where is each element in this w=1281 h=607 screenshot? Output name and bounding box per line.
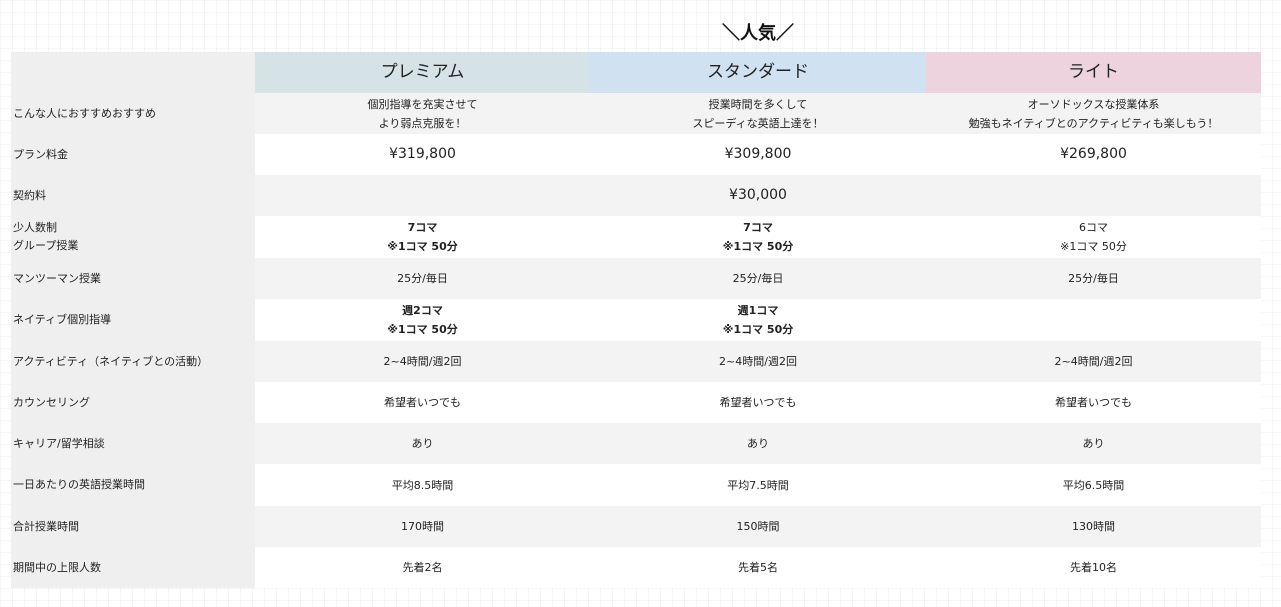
cell-premium: 25分/毎日 [255, 258, 590, 299]
table-row-group: 少人数制 グループ授業 7コマ ※1コマ 50分 7コマ ※1コマ 50分 6コ… [11, 216, 1261, 258]
cell-premium: あり [255, 423, 590, 464]
table-row-native: ネイティブ個別指導 週2コマ ※1コマ 50分 週1コマ ※1コマ 50分 [11, 299, 1261, 341]
cell-standard: 希望者いつでも [590, 382, 926, 423]
table-row-contract: 契約料 ¥30,000 [11, 175, 1261, 216]
cell-lite: 130時間 [926, 506, 1261, 547]
cell-premium: 170時間 [255, 506, 590, 547]
table-row-counseling: カウンセリング 希望者いつでも 希望者いつでも 希望者いつでも [11, 382, 1261, 423]
cell-lite: あり [926, 423, 1261, 464]
cell-standard: 授業時間を多くして スピーディな英語上達を！ [590, 93, 926, 134]
cell-lite: 先着10名 [926, 547, 1261, 588]
cell-premium: ¥319,800 [255, 134, 590, 175]
cell-premium: 先着2名 [255, 547, 590, 588]
cell-lite: 25分/毎日 [926, 258, 1261, 299]
cell-premium: 個別指導を充実させて より弱点克服を！ [255, 93, 590, 134]
row-label: こんな人におすすめおすすめ [11, 93, 255, 134]
popular-badge: ＼人気／ [722, 23, 794, 44]
cell-lite: 希望者いつでも [926, 382, 1261, 423]
cell-standard: あり [590, 423, 926, 464]
table-row-price: プラン料金 ¥319,800 ¥309,800 ¥269,800 [11, 134, 1261, 175]
cell-standard: ¥309,800 [590, 134, 926, 175]
cell-standard: 25分/毎日 [590, 258, 926, 299]
cell-lite: 平均6.5時間 [926, 464, 1261, 506]
cell-premium: 2~4時間/週2回 [255, 341, 590, 382]
table-row-career: キャリア/留学相談 あり あり あり [11, 423, 1261, 464]
cell-lite: 6コマ ※1コマ 50分 [926, 216, 1261, 258]
cell-standard: 先着5名 [590, 547, 926, 588]
header-lite: ライト [926, 52, 1261, 93]
table-header-row: プレミアム スタンダード ライト [11, 52, 1261, 93]
table-row-recommend: こんな人におすすめおすすめ 個別指導を充実させて より弱点克服を！ 授業時間を多… [11, 93, 1261, 134]
cell-standard: 150時間 [590, 506, 926, 547]
row-label: プラン料金 [11, 134, 255, 175]
cell-lite [926, 299, 1261, 341]
cell-lite: ¥269,800 [926, 134, 1261, 175]
row-label: 契約料 [11, 175, 255, 216]
row-label: 少人数制 グループ授業 [11, 216, 255, 258]
header-standard: スタンダード [590, 52, 926, 93]
cell-standard: 7コマ ※1コマ 50分 [590, 216, 926, 258]
table-row-activity: アクティビティ（ネイティブとの活動） 2~4時間/週2回 2~4時間/週2回 2… [11, 341, 1261, 382]
cell-premium: 平均8.5時間 [255, 464, 590, 506]
row-label: 合計授業時間 [11, 506, 255, 547]
cell-standard: 週1コマ ※1コマ 50分 [590, 299, 926, 341]
cell-all-plans: ¥30,000 [255, 175, 1261, 216]
cell-standard: 平均7.5時間 [590, 464, 926, 506]
cell-lite: 2~4時間/週2回 [926, 341, 1261, 382]
header-premium: プレミアム [255, 52, 590, 93]
row-label: カウンセリング [11, 382, 255, 423]
plan-comparison-table: プレミアム スタンダード ライト こんな人におすすめおすすめ 個別指導を充実させ… [11, 52, 1261, 588]
row-label: キャリア/留学相談 [11, 423, 255, 464]
cell-premium: 週2コマ ※1コマ 50分 [255, 299, 590, 341]
table-row-total-hours: 合計授業時間 170時間 150時間 130時間 [11, 506, 1261, 547]
table-row-daily-hours: 一日あたりの英語授業時間 平均8.5時間 平均7.5時間 平均6.5時間 [11, 464, 1261, 506]
row-label: ネイティブ個別指導 [11, 299, 255, 341]
cell-lite: オーソドックスな授業体系 勉強もネイティブとのアクティビティも楽しもう！ [926, 93, 1261, 134]
cell-standard: 2~4時間/週2回 [590, 341, 926, 382]
header-corner [11, 52, 255, 93]
row-label: 一日あたりの英語授業時間 [11, 464, 255, 506]
table-row-capacity: 期間中の上限人数 先着2名 先着5名 先着10名 [11, 547, 1261, 588]
row-label: 期間中の上限人数 [11, 547, 255, 588]
cell-premium: 希望者いつでも [255, 382, 590, 423]
table-row-mantoman: マンツーマン授業 25分/毎日 25分/毎日 25分/毎日 [11, 258, 1261, 299]
cell-premium: 7コマ ※1コマ 50分 [255, 216, 590, 258]
row-label: アクティビティ（ネイティブとの活動） [11, 341, 255, 382]
row-label: マンツーマン授業 [11, 258, 255, 299]
